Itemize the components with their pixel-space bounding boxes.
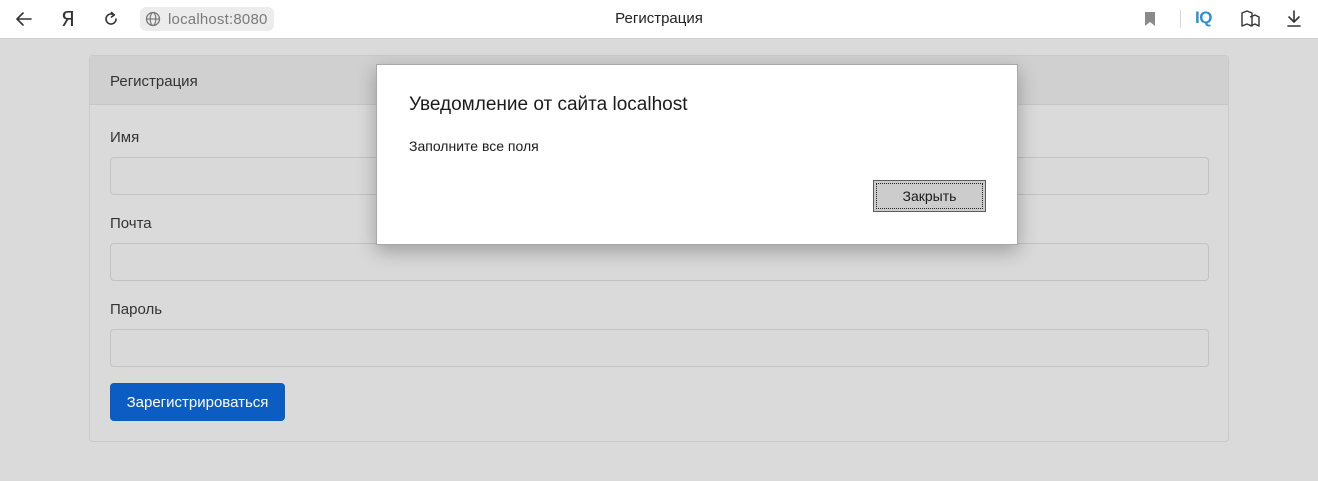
- password-input[interactable]: [110, 329, 1209, 367]
- tab-title: Регистрация: [615, 10, 703, 27]
- address-url: localhost:8080: [168, 10, 268, 28]
- password-label: Пароль: [110, 301, 163, 318]
- dialog-message: Заполните все поля: [409, 138, 539, 154]
- yandex-icon[interactable]: Я: [55, 6, 81, 32]
- browser-toolbar: Я localhost:8080 Регистрация IQ: [0, 0, 1318, 39]
- bookmark-icon[interactable]: [1137, 6, 1163, 32]
- name-label: Имя: [110, 129, 140, 146]
- close-button[interactable]: Закрыть: [873, 180, 986, 212]
- email-label: Почта: [110, 215, 152, 232]
- toolbar-divider: [1180, 10, 1181, 28]
- download-icon[interactable]: [1281, 6, 1307, 32]
- iq-icon[interactable]: IQ: [1195, 8, 1212, 28]
- dialog-title: Уведомление от сайта localhost: [409, 94, 688, 115]
- reload-icon[interactable]: [98, 6, 124, 32]
- collections-icon[interactable]: [1237, 6, 1263, 32]
- register-button[interactable]: Зарегистрироваться: [110, 383, 285, 421]
- email-input[interactable]: [110, 243, 1209, 281]
- address-bar[interactable]: localhost:8080: [140, 7, 274, 31]
- globe-icon: [144, 10, 162, 28]
- back-arrow-icon[interactable]: [11, 6, 37, 32]
- alert-dialog: Уведомление от сайта localhost Заполните…: [376, 64, 1018, 245]
